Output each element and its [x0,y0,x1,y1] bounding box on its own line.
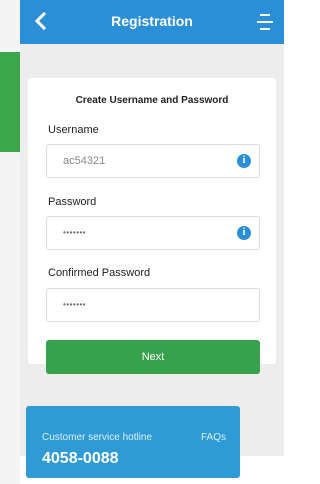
next-button[interactable]: Next [46,340,260,374]
password-value: ••••••• [63,228,87,237]
info-icon[interactable]: i [237,226,251,240]
username-field[interactable]: ac54321 i [46,144,260,178]
menu-icon [257,14,273,30]
hotline-label: Customer service hotline [42,432,153,443]
page-title: Registration [111,13,193,29]
hotline-banner: Customer service hotline FAQs 4058-0088 [26,406,240,478]
screen: Registration Create Username and Passwor… [0,0,284,484]
username-label: Username [48,124,99,136]
confirm-password-value: ••••••• [63,300,87,309]
header-bar: Registration [20,0,284,44]
registration-panel: Registration Create Username and Passwor… [20,0,284,456]
hotline-number[interactable]: 4058-0088 [42,450,119,468]
password-field[interactable]: ••••••• i [46,216,260,250]
info-icon[interactable]: i [237,154,251,168]
background-green-block [0,52,20,152]
confirm-password-label: Confirmed Password [48,267,151,279]
confirm-password-field[interactable]: ••••••• [46,288,260,322]
form-card: Create Username and Password Username ac… [28,78,276,374]
username-value: ac54321 [63,155,106,167]
faqs-link[interactable]: FAQs [201,432,226,443]
menu-button[interactable] [256,12,274,32]
password-label: Password [48,196,97,208]
form-heading: Create Username and Password [75,95,229,106]
